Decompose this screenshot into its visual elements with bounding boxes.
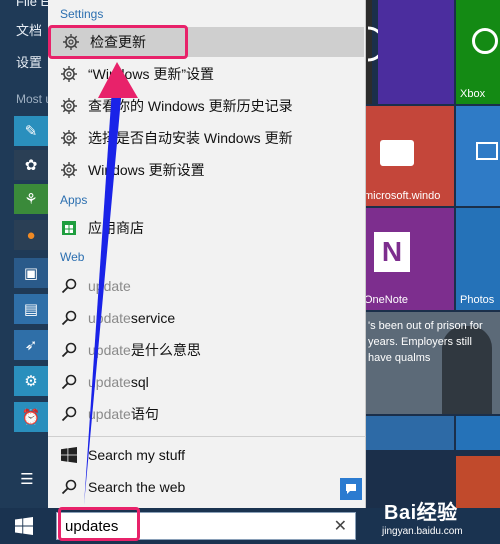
annotation-arrow <box>84 62 138 505</box>
arrow-head <box>98 62 138 98</box>
arrow-shaft <box>84 88 122 505</box>
